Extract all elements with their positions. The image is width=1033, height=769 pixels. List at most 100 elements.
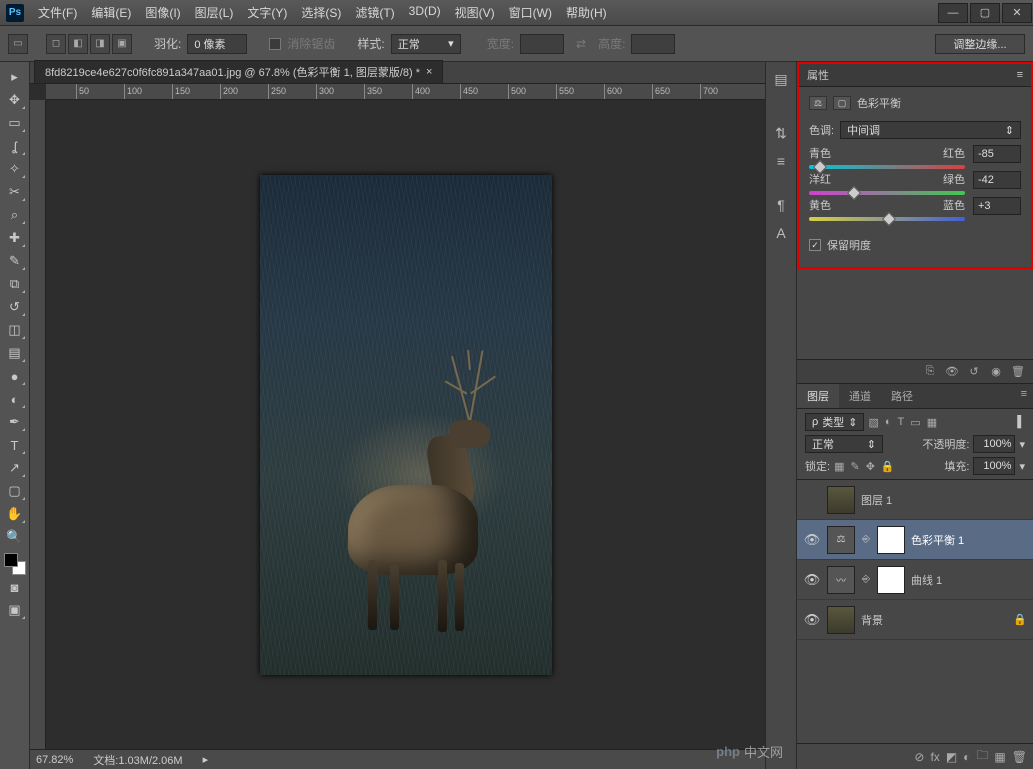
tool-preset-icon[interactable]: ▭ bbox=[8, 34, 28, 54]
eyedropper-tool[interactable]: ⌕ bbox=[3, 204, 27, 226]
eye-icon[interactable]: 👁 bbox=[943, 364, 961, 380]
tab-paths[interactable]: 路径 bbox=[881, 384, 923, 408]
history-panel-icon[interactable]: ▤ bbox=[770, 68, 792, 90]
trash-icon[interactable]: 🗑 bbox=[1009, 364, 1027, 380]
group-icon[interactable]: 🗀 bbox=[976, 746, 988, 767]
styles-panel-icon[interactable]: ¶ bbox=[770, 194, 792, 216]
history-brush-tool[interactable]: ↺ bbox=[3, 296, 27, 318]
sel-add-icon[interactable]: ◧ bbox=[68, 34, 88, 54]
type-tool[interactable]: T bbox=[3, 434, 27, 456]
filter-adjust-icon[interactable]: ◐ bbox=[885, 416, 892, 428]
properties-panel-title[interactable]: 属性 ≡ bbox=[799, 64, 1031, 87]
refine-edge-button[interactable]: 调整边缘... bbox=[935, 34, 1025, 54]
minimize-button[interactable]: — bbox=[938, 3, 968, 23]
layer-row[interactable]: 图层 1 bbox=[797, 480, 1033, 520]
screenmode-tool[interactable]: ▣ bbox=[3, 599, 27, 621]
fill-input[interactable]: 100% bbox=[973, 457, 1015, 475]
zoom-level[interactable]: 67.82% bbox=[36, 754, 73, 766]
color-slider[interactable] bbox=[809, 165, 965, 169]
eraser-tool[interactable]: ◫ bbox=[3, 319, 27, 341]
filter-toggle-icon[interactable]: ▌ bbox=[1017, 416, 1025, 428]
quickmask-tool[interactable]: ◙ bbox=[3, 576, 27, 598]
menu-edit[interactable]: 编辑(E) bbox=[85, 1, 137, 24]
slider-value-input[interactable]: -85 bbox=[973, 145, 1021, 163]
gradient-tool[interactable]: ▤ bbox=[3, 342, 27, 364]
menu-file[interactable]: 文件(F) bbox=[32, 1, 83, 24]
layer-row[interactable]: 👁 背景 🔒 bbox=[797, 600, 1033, 640]
color-slider[interactable] bbox=[809, 217, 965, 221]
menu-3d[interactable]: 3D(D) bbox=[403, 1, 447, 24]
lasso-tool[interactable]: ʆ bbox=[3, 135, 27, 157]
menu-view[interactable]: 视图(V) bbox=[449, 1, 501, 24]
zoom-tool[interactable]: 🔍 bbox=[3, 526, 27, 548]
link-layers-icon[interactable]: ⊘ bbox=[914, 750, 924, 764]
visibility-icon[interactable]: ◉ bbox=[987, 364, 1005, 380]
filter-image-icon[interactable]: ▧ bbox=[868, 416, 878, 429]
filter-smart-icon[interactable]: ▦ bbox=[927, 416, 937, 429]
menu-type[interactable]: 文字(Y) bbox=[241, 1, 293, 24]
menu-window[interactable]: 窗口(W) bbox=[503, 1, 558, 24]
slider-value-input[interactable]: +3 bbox=[973, 197, 1021, 215]
blend-mode-select[interactable]: 正常⇕ bbox=[805, 435, 883, 453]
adjustment-icon[interactable]: ◐ bbox=[963, 750, 970, 764]
menu-image[interactable]: 图像(I) bbox=[139, 1, 186, 24]
blur-tool[interactable]: ● bbox=[3, 365, 27, 387]
tab-channels[interactable]: 通道 bbox=[839, 384, 881, 408]
filter-type-icon[interactable]: T bbox=[898, 416, 905, 428]
paragraph-panel-icon[interactable]: ≡ bbox=[770, 150, 792, 172]
delete-layer-icon[interactable]: 🗑 bbox=[1012, 750, 1027, 764]
opacity-input[interactable]: 100% bbox=[973, 435, 1015, 453]
new-layer-icon[interactable]: ▦ bbox=[994, 750, 1005, 764]
layer-row[interactable]: 👁 〰⎆ 曲线 1 bbox=[797, 560, 1033, 600]
menu-filter[interactable]: 滤镜(T) bbox=[349, 1, 400, 24]
antialias-checkbox[interactable] bbox=[269, 38, 281, 50]
pen-tool[interactable]: ✒ bbox=[3, 411, 27, 433]
document-tab[interactable]: 8fd8219ce4e627c0f6fc891a347aa01.jpg @ 67… bbox=[34, 60, 443, 83]
heal-tool[interactable]: ✚ bbox=[3, 227, 27, 249]
character-panel-icon[interactable]: ⇅ bbox=[770, 122, 792, 144]
layer-row[interactable]: 👁 ⚖⎆ 色彩平衡 1 bbox=[797, 520, 1033, 560]
tone-select[interactable]: 中间调⇕ bbox=[840, 121, 1021, 139]
panel-menu-icon[interactable]: ≡ bbox=[1015, 384, 1033, 408]
layer-name[interactable]: 图层 1 bbox=[861, 492, 892, 508]
color-slider[interactable] bbox=[809, 191, 965, 195]
status-menu-icon[interactable]: ▸ bbox=[203, 753, 209, 766]
layer-name[interactable]: 色彩平衡 1 bbox=[911, 532, 964, 548]
layer-name[interactable]: 背景 bbox=[861, 612, 883, 628]
style-select[interactable]: 正常▾ bbox=[391, 34, 461, 54]
lock-paint-icon[interactable]: ✎ bbox=[850, 460, 859, 473]
lock-all-icon[interactable]: 🔒 bbox=[881, 460, 895, 473]
clip-icon[interactable]: ⎘ bbox=[921, 364, 939, 380]
feather-input[interactable]: 0 像素 bbox=[187, 34, 247, 54]
lock-move-icon[interactable]: ✥ bbox=[866, 460, 875, 473]
crop-tool[interactable]: ✂ bbox=[3, 181, 27, 203]
sel-intersect-icon[interactable]: ▣ bbox=[112, 34, 132, 54]
glyph-panel-icon[interactable]: A bbox=[770, 222, 792, 244]
mask-icon[interactable]: ◩ bbox=[946, 750, 957, 764]
shape-tool[interactable]: ▢ bbox=[3, 480, 27, 502]
filter-shape-icon[interactable]: ▭ bbox=[910, 416, 920, 429]
menu-layer[interactable]: 图层(L) bbox=[189, 1, 240, 24]
expand-tools-icon[interactable]: ▸ bbox=[3, 66, 27, 88]
panel-menu-icon[interactable]: ≡ bbox=[1017, 69, 1023, 81]
lock-pixels-icon[interactable]: ▦ bbox=[834, 460, 844, 473]
move-tool[interactable]: ✥ bbox=[3, 89, 27, 111]
fx-icon[interactable]: fx bbox=[930, 750, 939, 764]
menu-select[interactable]: 选择(S) bbox=[295, 1, 347, 24]
close-tab-icon[interactable]: × bbox=[426, 66, 432, 78]
visibility-toggle[interactable]: 👁 bbox=[803, 532, 821, 548]
menu-help[interactable]: 帮助(H) bbox=[560, 1, 613, 24]
path-tool[interactable]: ↗ bbox=[3, 457, 27, 479]
mask-link-icon[interactable]: ⎆ bbox=[861, 534, 871, 545]
preserve-luminosity-checkbox[interactable]: ✓ bbox=[809, 239, 821, 251]
layer-name[interactable]: 曲线 1 bbox=[911, 572, 942, 588]
mask-link-icon[interactable]: ⎆ bbox=[861, 574, 871, 585]
canvas-viewport[interactable] bbox=[46, 100, 765, 749]
stamp-tool[interactable]: ⧉ bbox=[3, 273, 27, 295]
slider-value-input[interactable]: -42 bbox=[973, 171, 1021, 189]
maximize-button[interactable]: ▢ bbox=[970, 3, 1000, 23]
dodge-tool[interactable]: ◐ bbox=[3, 388, 27, 410]
tab-layers[interactable]: 图层 bbox=[797, 384, 839, 408]
marquee-tool[interactable]: ▭ bbox=[3, 112, 27, 134]
wand-tool[interactable]: ✧ bbox=[3, 158, 27, 180]
